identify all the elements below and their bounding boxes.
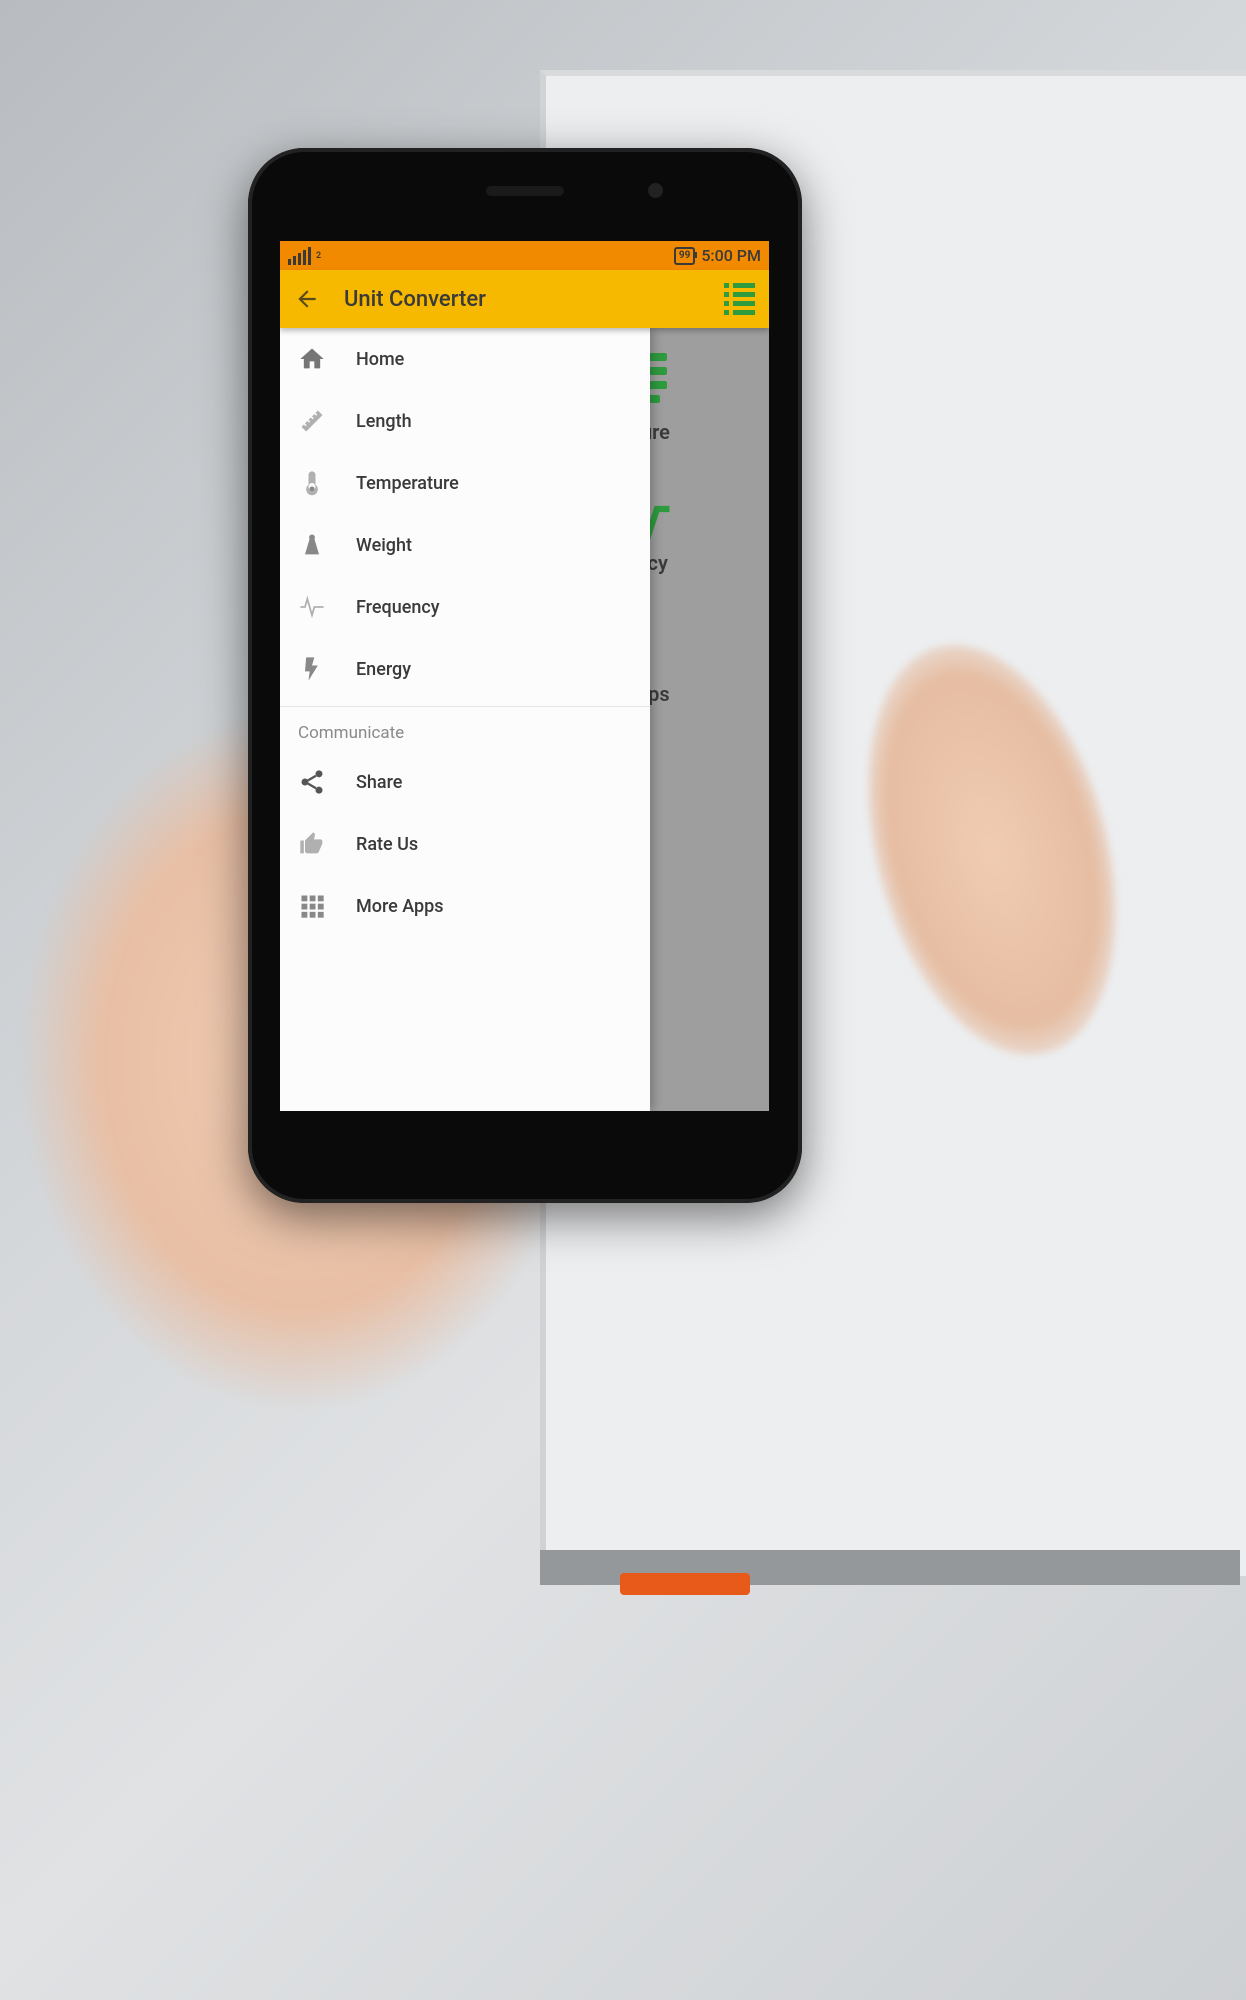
content-body: ature ency Apps (280, 328, 769, 1111)
bolt-icon (298, 655, 326, 683)
marker-bg (620, 1573, 750, 1595)
nav-label: More Apps (356, 896, 444, 917)
phone-camera (648, 183, 663, 198)
signal-sim-number: 2 (316, 251, 321, 261)
nav-label: Rate Us (356, 834, 418, 855)
app-bar: Unit Converter (280, 270, 769, 328)
frequency-icon (298, 593, 326, 621)
signal-icon (288, 247, 311, 265)
apps-grid-icon (298, 892, 326, 920)
phone-screen: 2 99 5:00 PM Unit Converter (280, 241, 769, 1111)
navigation-drawer: Home Length Temperature Weight Frequency (280, 328, 650, 1111)
phone-frame: 2 99 5:00 PM Unit Converter (248, 148, 802, 1203)
battery-indicator: 99 (674, 247, 695, 265)
nav-label: Weight (356, 535, 412, 556)
nav-item-length[interactable]: Length (280, 390, 650, 452)
thumbs-up-icon (298, 830, 326, 858)
nav-item-weight[interactable]: Weight (280, 514, 650, 576)
nav-label: Energy (356, 659, 411, 680)
status-bar: 2 99 5:00 PM (280, 241, 769, 270)
drawer-section-header: Communicate (280, 706, 650, 751)
list-view-button[interactable] (724, 283, 755, 315)
nav-label: Home (356, 349, 404, 370)
nav-item-home[interactable]: Home (280, 328, 650, 390)
ruler-icon (298, 407, 326, 435)
app-title: Unit Converter (344, 287, 486, 312)
home-icon (298, 345, 326, 373)
nav-label: Length (356, 411, 412, 432)
thermometer-icon (298, 469, 326, 497)
nav-item-more-apps[interactable]: More Apps (280, 875, 650, 937)
clock: 5:00 PM (701, 246, 761, 265)
weight-icon (298, 531, 326, 559)
nav-label: Temperature (356, 473, 459, 494)
nav-label: Frequency (356, 597, 440, 618)
nav-item-temperature[interactable]: Temperature (280, 452, 650, 514)
share-icon (298, 768, 326, 796)
nav-item-rate-us[interactable]: Rate Us (280, 813, 650, 875)
phone-speaker (486, 186, 564, 196)
nav-item-energy[interactable]: Energy (280, 638, 650, 700)
back-button[interactable] (294, 286, 320, 312)
nav-item-share[interactable]: Share (280, 751, 650, 813)
nav-label: Share (356, 772, 402, 793)
nav-item-frequency[interactable]: Frequency (280, 576, 650, 638)
